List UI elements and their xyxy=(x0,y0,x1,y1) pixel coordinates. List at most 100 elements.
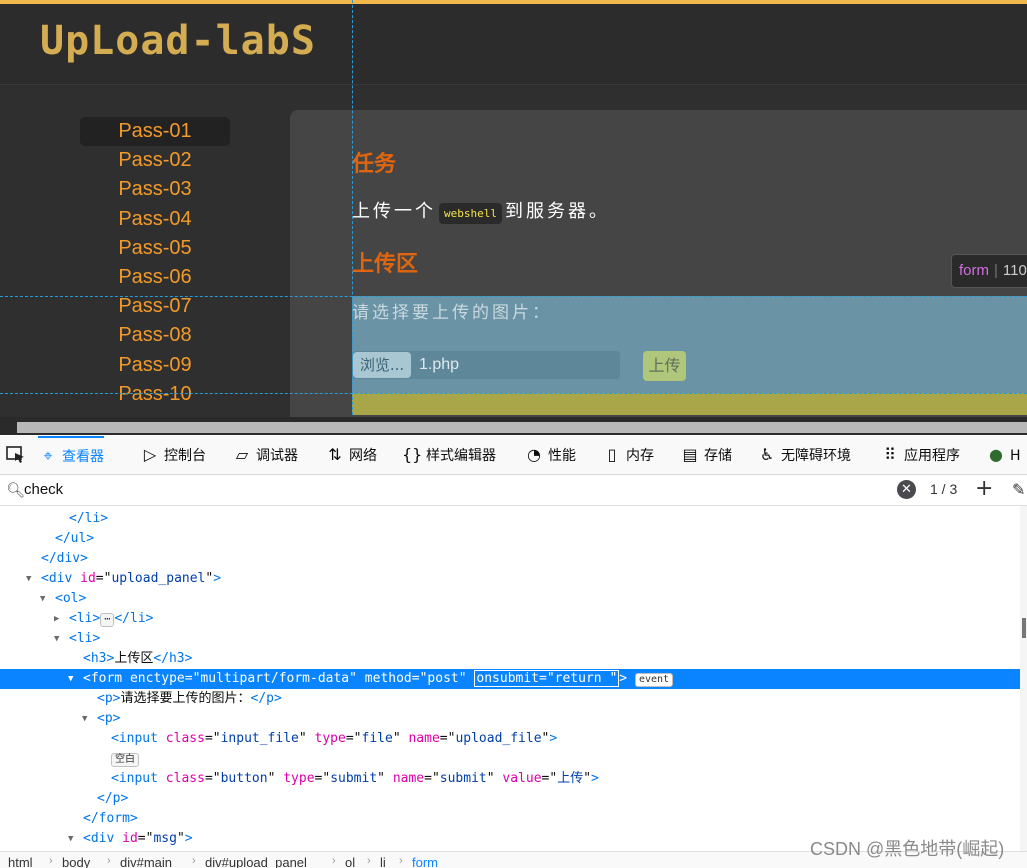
collapse-twisty-icon[interactable]: ▼ xyxy=(54,629,64,649)
markup-node: </ul> xyxy=(55,529,94,549)
markup-text: " xyxy=(486,771,503,786)
markup-row[interactable]: <input class="button" type="submit" name… xyxy=(0,769,1020,789)
markup-text: <input xyxy=(111,771,166,786)
nav-item-pass-09[interactable]: Pass-09 xyxy=(80,351,230,380)
attr-value: 上传 xyxy=(557,771,584,786)
markup-text: <li> xyxy=(69,631,101,646)
event-badge[interactable]: event xyxy=(634,673,674,687)
markup-row[interactable]: <h3>上传区</h3> xyxy=(0,649,1020,669)
nav-item-pass-05[interactable]: Pass-05 xyxy=(80,234,230,263)
breadcrumb-item[interactable]: html xyxy=(8,855,33,868)
markup-text: " xyxy=(377,771,393,786)
tab-storage[interactable]: ▤ 存储 xyxy=(680,436,732,474)
nav-item-pass-02[interactable]: Pass-02 xyxy=(80,146,230,175)
debugger-icon: ▱ xyxy=(235,445,249,464)
markup-row[interactable]: </form> xyxy=(0,809,1020,829)
tab-style-editor[interactable]: {} 样式编辑器 xyxy=(402,436,496,474)
attr-name: type xyxy=(314,731,346,746)
pass-nav: Pass-01 Pass-02 Pass-03 Pass-04 Pass-05 Pass-… xyxy=(80,117,230,409)
add-node-icon[interactable]: + xyxy=(975,476,993,501)
markup-text: <form xyxy=(83,671,130,686)
markup-row[interactable]: ▼ <div id="upload_panel"> xyxy=(0,569,1020,589)
nav-item-pass-03[interactable]: Pass-03 xyxy=(80,175,230,204)
eyedropper-icon[interactable]: ✎ xyxy=(1012,480,1025,499)
guide-line-bottom xyxy=(0,393,1027,394)
tab-application[interactable]: ⠿ 应用程序 xyxy=(880,436,960,474)
markup-row[interactable]: </div> xyxy=(0,549,1020,569)
node-badge[interactable]: ⋯ xyxy=(100,613,115,627)
markup-row[interactable]: </p> xyxy=(0,789,1020,809)
markup-row[interactable]: <input class="input_file" type="file" na… xyxy=(0,729,1020,749)
markup-tree-scrollbar[interactable] xyxy=(1020,506,1027,851)
markup-row[interactable]: </li> xyxy=(0,509,1020,529)
markup-row-selected[interactable]: ▼ <form enctype="multipart/form-data" met… xyxy=(0,669,1020,689)
markup-row[interactable]: </ul> xyxy=(0,529,1020,549)
site-logo[interactable]: UpLoad-labS xyxy=(40,18,316,64)
expand-twisty-icon[interactable]: ▶ xyxy=(54,609,64,629)
tab-debugger[interactable]: ▱ 调试器 xyxy=(232,436,298,474)
breadcrumb-separator-icon: › xyxy=(399,855,403,867)
breadcrumb-item[interactable]: div#upload_panel xyxy=(205,855,307,868)
markup-text: <ol> xyxy=(55,591,87,606)
node-badge[interactable]: 空白 xyxy=(111,753,139,767)
upload-submit-button[interactable]: 上传 xyxy=(643,351,686,381)
markup-text: =" xyxy=(345,731,362,746)
markup-text: " xyxy=(176,831,185,846)
breadcrumb-item[interactable]: body xyxy=(62,855,90,868)
style-editor-icon: {} xyxy=(402,445,423,464)
tab-inspector[interactable]: ⌖ 查看器 xyxy=(38,436,104,474)
markup-row[interactable]: 空白 xyxy=(0,749,1020,769)
breadcrumb-item[interactable]: div#main xyxy=(120,855,172,868)
nav-item-pass-06[interactable]: Pass-06 xyxy=(80,263,230,292)
markup-node: <input class="input_file" type="file" na… xyxy=(111,729,557,749)
nav-item-pass-08[interactable]: Pass-08 xyxy=(80,321,230,350)
tab-extension[interactable]: ● H xyxy=(986,436,1021,474)
markup-text: <div xyxy=(41,571,81,586)
breadcrumb-item[interactable]: form xyxy=(412,855,438,868)
tab-label: 性能 xyxy=(548,448,576,464)
tab-accessibility[interactable]: ♿ 无障碍环境 xyxy=(757,436,851,474)
application-icon: ⠿ xyxy=(884,445,896,464)
markup-row[interactable]: ▼ <li> xyxy=(0,629,1020,649)
markup-text: > xyxy=(619,671,628,686)
collapse-twisty-icon[interactable]: ▼ xyxy=(82,709,92,729)
page-scrollbar-thumb[interactable] xyxy=(17,422,1027,433)
nav-item-pass-01[interactable]: Pass-01 xyxy=(80,117,230,147)
markup-text: </form> xyxy=(83,811,138,826)
markup-row[interactable]: ▶ <li> ⋯ </li> xyxy=(0,609,1020,629)
markup-search-input[interactable]: check xyxy=(24,481,63,498)
tab-label: 内存 xyxy=(626,448,654,464)
markup-text: <li> xyxy=(69,611,101,626)
collapse-twisty-icon[interactable]: ▼ xyxy=(68,829,78,849)
markup-text: </h3> xyxy=(153,651,193,666)
tab-label: 网络 xyxy=(349,448,377,464)
search-match-highlight: onsubmit="return " xyxy=(474,670,620,687)
task-heading: 任务 xyxy=(352,152,397,177)
breadcrumb-item[interactable]: li xyxy=(380,855,386,868)
collapse-twisty-icon[interactable]: ▼ xyxy=(26,569,36,589)
markup-row[interactable]: <p>请选择要上传的图片：</p> xyxy=(0,689,1020,709)
attr-value: submit xyxy=(330,771,378,786)
tab-console[interactable]: ▷ 控制台 xyxy=(140,436,206,474)
markup-text: " xyxy=(458,671,475,686)
markup-row[interactable]: ▼ <ol> xyxy=(0,589,1020,609)
browse-button[interactable]: 浏览... xyxy=(353,352,411,378)
breadcrumb-separator-icon: › xyxy=(107,855,111,867)
nav-item-pass-04[interactable]: Pass-04 xyxy=(80,205,230,234)
nav-item-pass-10[interactable]: Pass-10 xyxy=(80,380,230,409)
markup-text: 请选择要上传的图片： xyxy=(120,691,251,706)
tab-network[interactable]: ⇅ 网络 xyxy=(325,436,377,474)
breadcrumb-item[interactable]: ol xyxy=(345,855,355,868)
attr-value: upload_panel xyxy=(111,571,206,586)
element-picker-icon[interactable] xyxy=(6,446,26,464)
clear-search-icon[interactable]: ✕ xyxy=(897,480,916,499)
guide-line-top xyxy=(0,296,1027,297)
attr-value: input_file xyxy=(220,731,299,746)
accessibility-icon: ♿ xyxy=(759,445,775,464)
tab-memory[interactable]: ▯ 内存 xyxy=(602,436,654,474)
collapse-twisty-icon[interactable]: ▼ xyxy=(68,669,78,689)
markup-row[interactable]: ▼ <p> xyxy=(0,709,1020,729)
tab-performance[interactable]: ◔ 性能 xyxy=(524,436,576,474)
collapse-twisty-icon[interactable]: ▼ xyxy=(40,589,50,609)
markup-text: </p> xyxy=(250,691,282,706)
